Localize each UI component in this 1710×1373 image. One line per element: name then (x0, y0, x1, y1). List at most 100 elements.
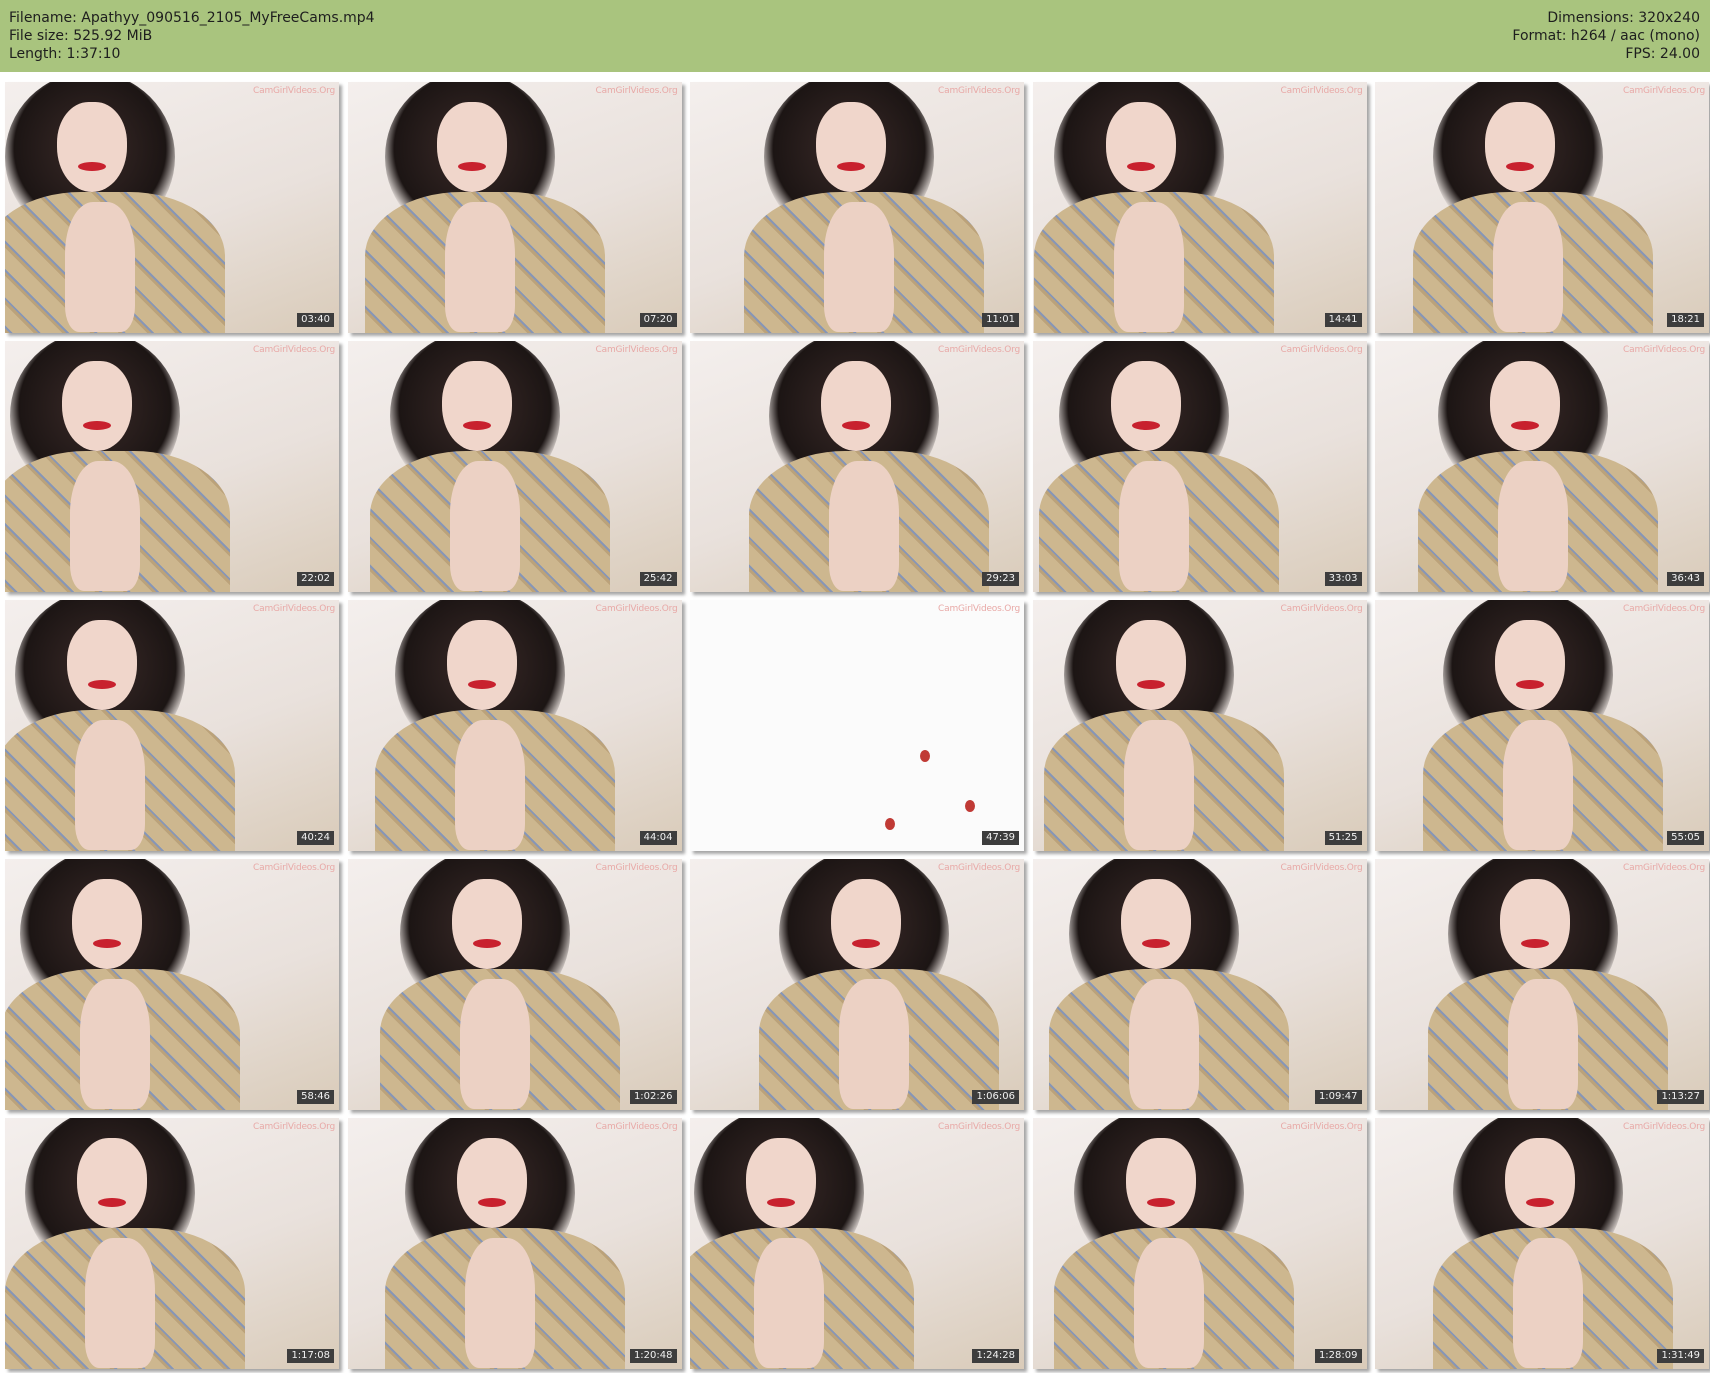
timestamp-label: 22:02 (297, 572, 334, 586)
timestamp-label: 1:31:49 (1657, 1349, 1704, 1363)
thumbnail-image (347, 341, 682, 592)
thumbnail-image (1032, 859, 1367, 1110)
figure-skin (454, 720, 525, 850)
thumbnail-frame[interactable]: CamGirlVideos.Org 14:41 (1032, 82, 1367, 333)
thumbnail-image (690, 600, 1024, 851)
figure-lips (1506, 162, 1534, 171)
thumbnail-frame[interactable]: CamGirlVideos.Org 51:25 (1032, 600, 1367, 851)
thumbnail-frame[interactable]: CamGirlVideos.Org 1:28:09 (1032, 1118, 1367, 1369)
figure-skin (839, 979, 909, 1109)
figure-skin (1508, 979, 1578, 1109)
thumbnail-image (1375, 1118, 1709, 1369)
thumbnail-frame[interactable]: CamGirlVideos.Org 03:40 (5, 82, 339, 333)
timestamp-label: 1:02:26 (629, 1090, 677, 1104)
thumbnail-frame[interactable]: CamGirlVideos.Org 29:23 (690, 341, 1024, 592)
thumbnail-image (1032, 600, 1367, 851)
figure-skin (829, 461, 899, 591)
figure-face (77, 1138, 147, 1228)
thumbnail-frame[interactable]: CamGirlVideos.Org 40:24 (5, 600, 339, 851)
watermark-text: CamGirlVideos.Org (938, 86, 1020, 96)
thumbnail-image (690, 341, 1024, 592)
figure-face (746, 1138, 816, 1228)
thumbnail-image (5, 600, 339, 851)
figure-face (1505, 1138, 1575, 1228)
thumbnail-frame[interactable]: CamGirlVideos.Org 1:02:26 (347, 859, 682, 1110)
thumbnail-frame[interactable]: CamGirlVideos.Org 47:39 (690, 600, 1024, 851)
figure-skin (70, 461, 140, 591)
dimensions-text: Dimensions: 320x240 (1547, 10, 1700, 26)
figure-face (446, 620, 517, 710)
timestamp-label: 44:04 (639, 831, 677, 845)
cushion-pattern (965, 800, 975, 812)
watermark-text: CamGirlVideos.Org (1623, 1122, 1705, 1132)
timestamp-label: 1:17:08 (287, 1349, 334, 1363)
figure-face (1495, 620, 1565, 710)
figure-lips (83, 421, 111, 430)
thumbnail-frame[interactable]: CamGirlVideos.Org 1:09:47 (1032, 859, 1367, 1110)
figure-skin (449, 461, 520, 591)
thumbnail-frame[interactable]: CamGirlVideos.Org 25:42 (347, 341, 682, 592)
watermark-text: CamGirlVideos.Org (1623, 863, 1705, 873)
figure-face (451, 879, 522, 969)
thumbnail-image (1032, 1118, 1367, 1369)
thumbnail-frame[interactable]: CamGirlVideos.Org 58:46 (5, 859, 339, 1110)
thumbnail-frame[interactable]: CamGirlVideos.Org 1:17:08 (5, 1118, 339, 1369)
figure-skin (1118, 461, 1189, 591)
figure-lips (1141, 939, 1170, 948)
timestamp-label: 1:06:06 (972, 1090, 1019, 1104)
watermark-text: CamGirlVideos.Org (1623, 86, 1705, 96)
thumbnail-frame[interactable]: CamGirlVideos.Org 55:05 (1375, 600, 1709, 851)
figure-face (1125, 1138, 1196, 1228)
figure-lips (842, 421, 870, 430)
figure-lips (1146, 1198, 1175, 1207)
watermark-text: CamGirlVideos.Org (595, 863, 678, 873)
thumbnail-image (1375, 600, 1709, 851)
thumbnail-frame[interactable]: CamGirlVideos.Org 1:24:28 (690, 1118, 1024, 1369)
figure-lips (1521, 939, 1549, 948)
thumbnail-frame[interactable]: CamGirlVideos.Org 07:20 (347, 82, 682, 333)
thumbnail-frame[interactable]: CamGirlVideos.Org 1:13:27 (1375, 859, 1709, 1110)
watermark-text: CamGirlVideos.Org (1280, 863, 1363, 873)
thumbnail-frame[interactable]: CamGirlVideos.Org 11:01 (690, 82, 1024, 333)
figure-skin (1513, 1238, 1583, 1368)
fps-text: FPS: 24.00 (1625, 46, 1700, 62)
thumbnail-image (5, 82, 339, 333)
thumbnail-frame[interactable]: CamGirlVideos.Org 44:04 (347, 600, 682, 851)
timestamp-label: 18:21 (1667, 313, 1704, 327)
figure-skin (1128, 979, 1199, 1109)
thumbnail-frame[interactable]: CamGirlVideos.Org 1:31:49 (1375, 1118, 1709, 1369)
timestamp-label: 1:24:28 (972, 1349, 1019, 1363)
timestamp-label: 03:40 (297, 313, 334, 327)
timestamp-label: 51:25 (1324, 831, 1362, 845)
figure-face (816, 102, 886, 192)
thumbnail-image (1032, 341, 1367, 592)
timestamp-label: 29:23 (982, 572, 1019, 586)
figure-lips (1126, 162, 1155, 171)
thumbnail-frame[interactable]: CamGirlVideos.Org 18:21 (1375, 82, 1709, 333)
figure-face (436, 102, 507, 192)
timestamp-label: 07:20 (639, 313, 677, 327)
thumbnail-grid: CamGirlVideos.Org 03:40 CamGirlVideos.Org 0… (5, 82, 1709, 1369)
figure-face (1120, 879, 1191, 969)
thumbnail-image (1375, 859, 1709, 1110)
figure-face (1490, 361, 1560, 451)
timestamp-label: 25:42 (639, 572, 677, 586)
figure-face (67, 620, 137, 710)
thumbnail-frame[interactable]: CamGirlVideos.Org 22:02 (5, 341, 339, 592)
figure-lips (98, 1198, 126, 1207)
figure-face (456, 1138, 527, 1228)
figure-face (57, 102, 127, 192)
figure-skin (754, 1238, 824, 1368)
thumbnail-image (1032, 82, 1367, 333)
watermark-text: CamGirlVideos.Org (1280, 1122, 1363, 1132)
figure-lips (1136, 680, 1165, 689)
timestamp-label: 1:20:48 (629, 1349, 677, 1363)
figure-skin (1493, 202, 1563, 332)
thumbnail-frame[interactable]: CamGirlVideos.Org 33:03 (1032, 341, 1367, 592)
thumbnail-frame[interactable]: CamGirlVideos.Org 36:43 (1375, 341, 1709, 592)
info-header: Filename: Apathyy_090516_2105_MyFreeCams… (0, 0, 1710, 72)
thumbnail-frame[interactable]: CamGirlVideos.Org 1:20:48 (347, 1118, 682, 1369)
watermark-text: CamGirlVideos.Org (253, 863, 335, 873)
figure-face (831, 879, 901, 969)
thumbnail-frame[interactable]: CamGirlVideos.Org 1:06:06 (690, 859, 1024, 1110)
